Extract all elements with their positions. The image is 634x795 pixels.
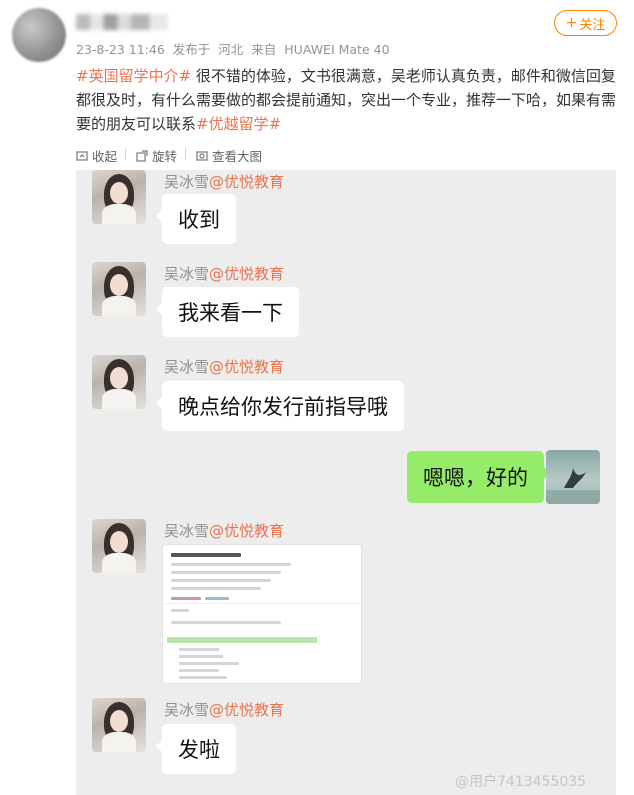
sender-name: 吴冰雪@优悦教育 [164, 171, 284, 192]
follow-button[interactable]: + 关注 [554, 10, 617, 36]
collapse-icon [76, 150, 88, 161]
toolbar-divider [125, 148, 127, 160]
source-label: 来自 [251, 42, 277, 57]
post-device[interactable]: HUAWEI Mate 40 [284, 42, 389, 57]
sender-person: 吴冰雪 [164, 522, 210, 540]
sender-name: 吴冰雪@优悦教育 [164, 263, 284, 284]
chat-bubble: 发啦 [156, 724, 236, 774]
contact-avatar [92, 262, 146, 316]
sender-name: 吴冰雪@优悦教育 [164, 699, 284, 720]
collapse-label: 收起 [92, 149, 118, 164]
view-large-button[interactable]: 查看大图 [196, 146, 262, 165]
toolbar-divider [185, 148, 187, 160]
sender-person: 吴冰雪 [164, 173, 210, 191]
post-body: #英国留学中介# 很不错的体验，文书很满意，吴老师认真负责，邮件和微信回复都很及… [76, 64, 622, 136]
rotate-label: 旋转 [152, 149, 178, 164]
hashtag-link[interactable]: #优越留学# [196, 115, 281, 133]
view-large-icon [196, 150, 208, 161]
self-avatar [546, 450, 600, 504]
post-timestamp[interactable]: 23-8-23 11:46 [76, 42, 165, 57]
hashtag-link[interactable]: #英国留学中介# [76, 67, 191, 85]
post-location: 河北 [218, 42, 244, 57]
whale-tail-icon [546, 468, 600, 504]
sender-person: 吴冰雪 [164, 358, 210, 376]
chat-bubble: 收到 [156, 194, 236, 244]
chat-screenshot-image[interactable]: 吴冰雪@优悦教育 收到 吴冰雪@优悦教育 我来看一下 吴冰雪@优悦教育 晚点给你… [76, 170, 616, 795]
rotate-icon [136, 149, 148, 162]
weibo-watermark: @用户7413455035 [455, 774, 587, 790]
sender-name: 吴冰雪@优悦教育 [164, 356, 284, 377]
sender-org: @优悦教育 [209, 173, 285, 191]
sender-name: 吴冰雪@优悦教育 [164, 520, 284, 541]
sender-person: 吴冰雪 [164, 701, 210, 719]
contact-avatar [92, 170, 146, 224]
plus-icon: + [565, 15, 578, 31]
contact-avatar [92, 698, 146, 752]
sender-org: @优悦教育 [209, 522, 285, 540]
post-meta: 23-8-23 11:46 发布于 河北 来自 HUAWEI Mate 40 [76, 39, 394, 58]
poster-username[interactable] [76, 14, 168, 30]
chat-bubble: 我来看一下 [156, 287, 299, 337]
rotate-button[interactable]: 旋转 [136, 146, 177, 165]
chat-bubble-self: 嗯嗯，好的 [407, 451, 550, 503]
follow-label: 关注 [579, 17, 606, 33]
sender-org: @优悦教育 [209, 701, 285, 719]
poster-avatar[interactable] [12, 8, 66, 62]
collapse-button[interactable]: 收起 [76, 146, 117, 165]
sender-person: 吴冰雪 [164, 265, 210, 283]
chat-bubble: 晚点给你发行前指导哦 [156, 381, 404, 431]
contact-avatar [92, 355, 146, 409]
sender-org: @优悦教育 [209, 358, 285, 376]
document-image[interactable] [162, 544, 362, 684]
posted-from-label: 发布于 [172, 42, 211, 57]
view-large-label: 查看大图 [212, 149, 263, 164]
sender-org: @优悦教育 [209, 265, 285, 283]
image-toolbar: 收起 旋转 查看大图 [76, 146, 270, 165]
contact-avatar [92, 519, 146, 573]
